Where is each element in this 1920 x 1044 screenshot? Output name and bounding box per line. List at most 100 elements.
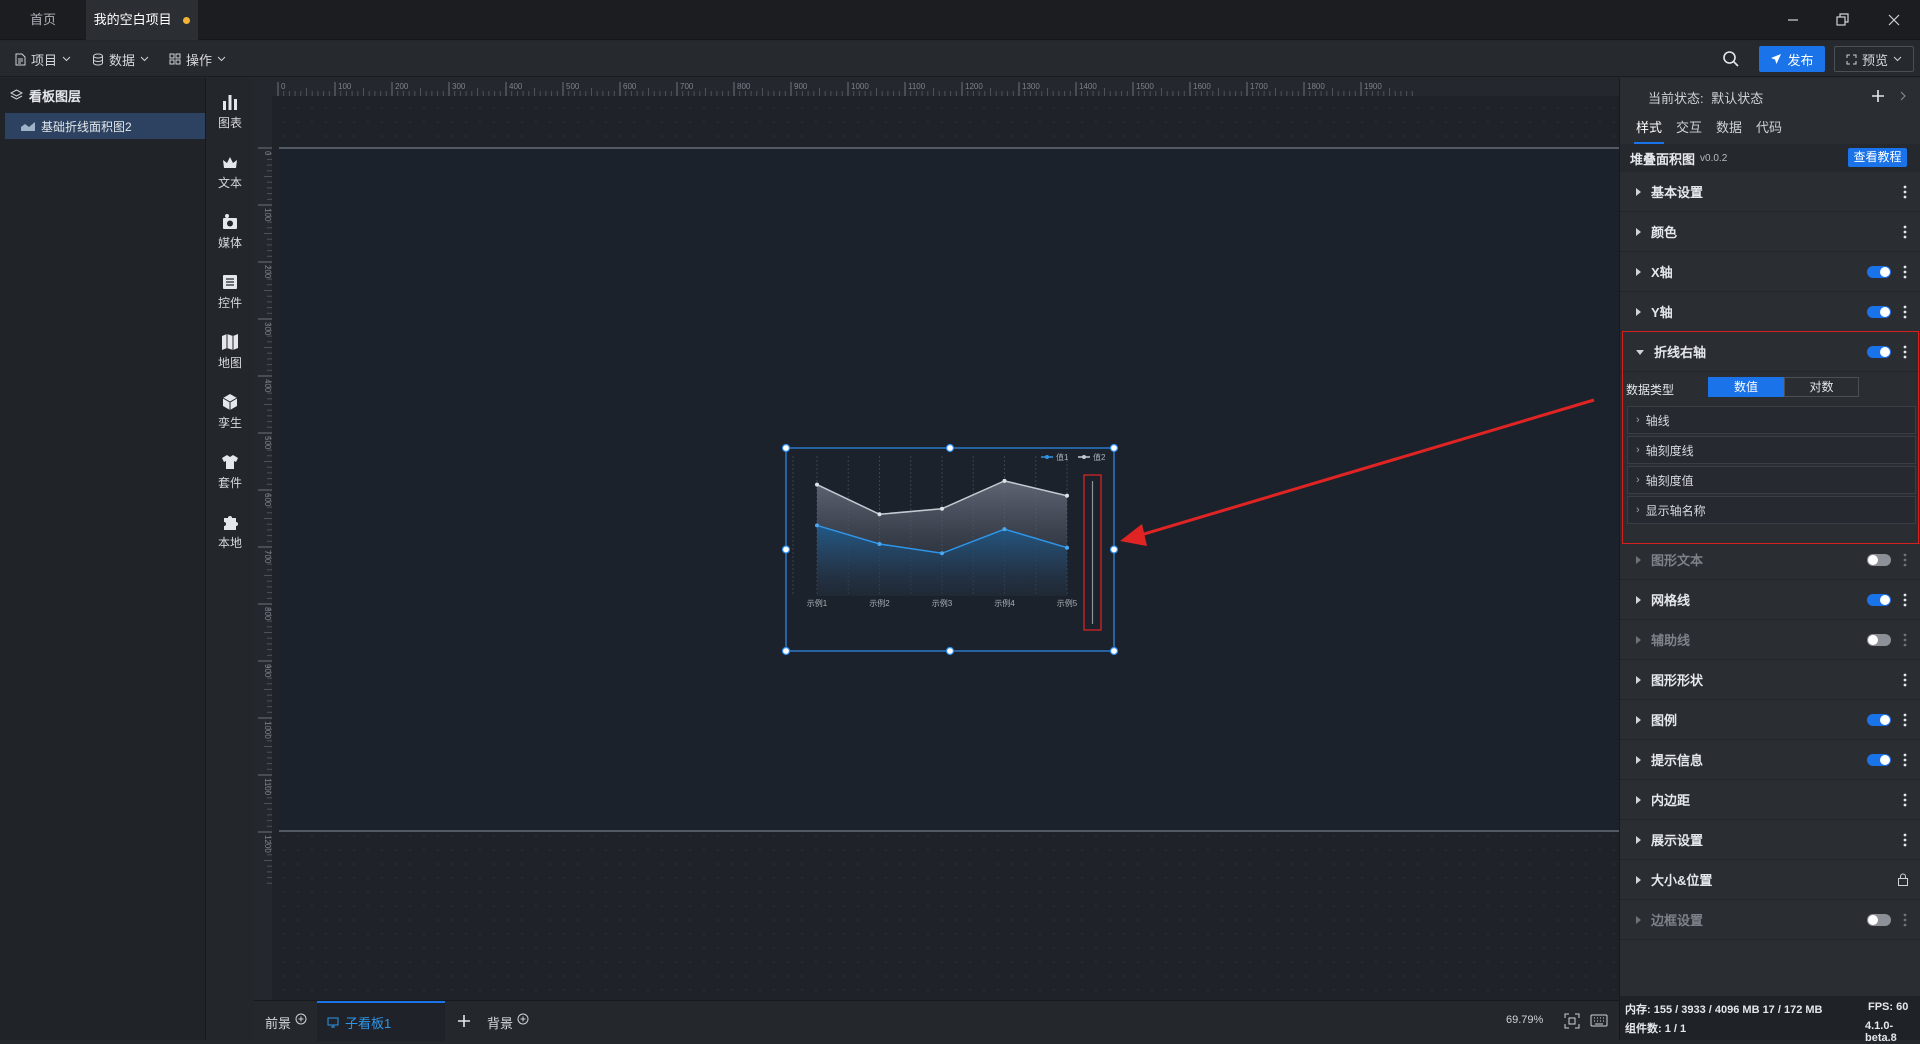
tool-text[interactable]: 文本: [206, 146, 254, 198]
resize-handle[interactable]: [1109, 545, 1119, 554]
chevron-right-icon[interactable]: [1900, 91, 1906, 101]
resize-handle[interactable]: [945, 646, 955, 656]
add-state-icon[interactable]: [1871, 89, 1885, 103]
add-board-icon[interactable]: [457, 1014, 471, 1028]
property-panel: 当前状态: 默认状态 样式 交互 数据 代码 堆叠面积图 v0.0.2 查看教程…: [1619, 78, 1920, 1044]
resize-handle[interactable]: [945, 443, 955, 453]
section-label[interactable]: 图形文本: [1620, 540, 1920, 580]
tool-kit[interactable]: 套件: [206, 446, 254, 498]
sub-board-tab[interactable]: 子看板1: [317, 1001, 445, 1041]
section-right-axis[interactable]: 折线右轴: [1620, 332, 1920, 372]
tool-map[interactable]: 地图: [206, 326, 254, 378]
series-2-point: [1002, 478, 1007, 483]
series-2-point: [877, 512, 882, 517]
tool-local[interactable]: 本地: [206, 506, 254, 558]
section-y-axis[interactable]: Y轴: [1620, 292, 1920, 332]
tab-home[interactable]: 首页: [0, 0, 86, 40]
toggle-switch[interactable]: [1867, 266, 1891, 278]
toggle-switch[interactable]: [1867, 634, 1891, 646]
minimize-icon[interactable]: [1781, 8, 1805, 32]
fit-screen-icon[interactable]: [1564, 1013, 1580, 1029]
subsection-show-axis-name[interactable]: › 显示轴名称: [1627, 496, 1916, 524]
tool-media[interactable]: 媒体: [206, 206, 254, 258]
tutorial-button[interactable]: 查看教程: [1848, 148, 1907, 167]
resize-handle[interactable]: [781, 443, 791, 453]
keyboard-icon[interactable]: [1590, 1014, 1608, 1027]
restore-icon[interactable]: [1830, 8, 1854, 32]
section-tooltip[interactable]: 提示信息: [1620, 740, 1920, 780]
more-icon[interactable]: [1903, 792, 1907, 808]
section-display[interactable]: 展示设置: [1620, 820, 1920, 860]
ruler-label: 100: [338, 82, 352, 91]
resize-handle[interactable]: [1109, 646, 1119, 656]
background-tab[interactable]: 背景: [487, 1013, 529, 1032]
subsection-axis-tick-value[interactable]: › 轴刻度值: [1627, 466, 1916, 494]
more-icon[interactable]: [1903, 832, 1907, 848]
tool-widget[interactable]: 控件: [206, 266, 254, 318]
menu-project[interactable]: 项目: [14, 41, 71, 77]
more-icon[interactable]: [1903, 672, 1907, 688]
more-icon[interactable]: [1903, 304, 1907, 320]
close-icon[interactable]: [1882, 8, 1906, 32]
toggle-switch[interactable]: [1867, 306, 1891, 318]
preview-button[interactable]: 预览: [1834, 46, 1914, 72]
section-size-position[interactable]: 大小&位置: [1620, 860, 1920, 900]
section-color[interactable]: 颜色: [1620, 212, 1920, 252]
subsection-axis-tick-line[interactable]: › 轴刻度线: [1627, 436, 1916, 464]
data-type-log-button[interactable]: 对数: [1784, 377, 1859, 397]
tab-project[interactable]: 我的空白项目: [86, 0, 198, 40]
foreground-tab[interactable]: 前景: [265, 1013, 307, 1032]
current-state-value[interactable]: 默认状态: [1711, 91, 1763, 106]
tool-widget-label: 控件: [217, 296, 242, 310]
more-icon[interactable]: [1903, 344, 1907, 360]
more-icon[interactable]: [1903, 912, 1907, 928]
data-type-value-button[interactable]: 数值: [1708, 377, 1784, 397]
lock-icon[interactable]: [1897, 873, 1909, 886]
more-icon[interactable]: [1903, 552, 1907, 568]
toggle-switch[interactable]: [1867, 554, 1891, 566]
add-circle-icon[interactable]: [517, 1013, 529, 1025]
canvas-area[interactable]: 0 100 200 300 400 500 600 700 800 900 1000 1100 1200…: [254, 78, 1619, 1000]
tab-home-label: 首页: [29, 12, 56, 27]
tool-chart[interactable]: 图表: [206, 86, 254, 138]
section-basic[interactable]: 基本设置: [1620, 172, 1920, 212]
tab-style[interactable]: 样式: [1634, 116, 1664, 144]
section-shape[interactable]: 图形形状: [1620, 660, 1920, 700]
toggle-switch[interactable]: [1867, 914, 1891, 926]
menu-operate[interactable]: 操作: [169, 41, 226, 77]
subsection-axis-line[interactable]: › 轴线: [1627, 406, 1916, 434]
more-icon[interactable]: [1903, 592, 1907, 608]
resize-handle[interactable]: [1109, 443, 1119, 453]
publish-button[interactable]: 发布: [1759, 46, 1825, 72]
more-icon[interactable]: [1903, 632, 1907, 648]
tool-twin[interactable]: 孪生: [206, 386, 254, 438]
search-icon[interactable]: [1722, 50, 1740, 68]
toggle-switch[interactable]: [1867, 754, 1891, 766]
more-icon[interactable]: [1903, 264, 1907, 280]
zoom-level[interactable]: 69.79%: [1506, 1014, 1543, 1026]
more-icon[interactable]: [1903, 712, 1907, 728]
menu-data-label: 数据: [109, 52, 136, 68]
more-icon[interactable]: [1903, 224, 1907, 240]
toggle-switch[interactable]: [1867, 714, 1891, 726]
tab-code[interactable]: 代码: [1754, 116, 1784, 144]
tab-interaction[interactable]: 交互: [1674, 116, 1704, 144]
tab-data[interactable]: 数据: [1714, 116, 1744, 144]
section-x-axis[interactable]: X轴: [1620, 252, 1920, 292]
resize-handle[interactable]: [781, 646, 791, 656]
resize-handle[interactable]: [781, 545, 791, 554]
series-2-point: [1065, 493, 1069, 498]
section-label: Y轴: [1651, 305, 1673, 320]
section-legend[interactable]: 图例: [1620, 700, 1920, 740]
section-auxline[interactable]: 辅助线: [1620, 620, 1920, 660]
menu-data[interactable]: 数据: [92, 41, 149, 77]
more-icon[interactable]: [1903, 184, 1907, 200]
more-icon[interactable]: [1903, 752, 1907, 768]
section-padding[interactable]: 内边距: [1620, 780, 1920, 820]
section-border[interactable]: 边框设置: [1620, 900, 1920, 940]
layer-item[interactable]: 基础折线面积图2: [5, 113, 205, 139]
add-circle-icon[interactable]: [295, 1013, 307, 1025]
section-grid[interactable]: 网格线: [1620, 580, 1920, 620]
toggle-switch[interactable]: [1867, 594, 1891, 606]
toggle-switch[interactable]: [1867, 346, 1891, 358]
